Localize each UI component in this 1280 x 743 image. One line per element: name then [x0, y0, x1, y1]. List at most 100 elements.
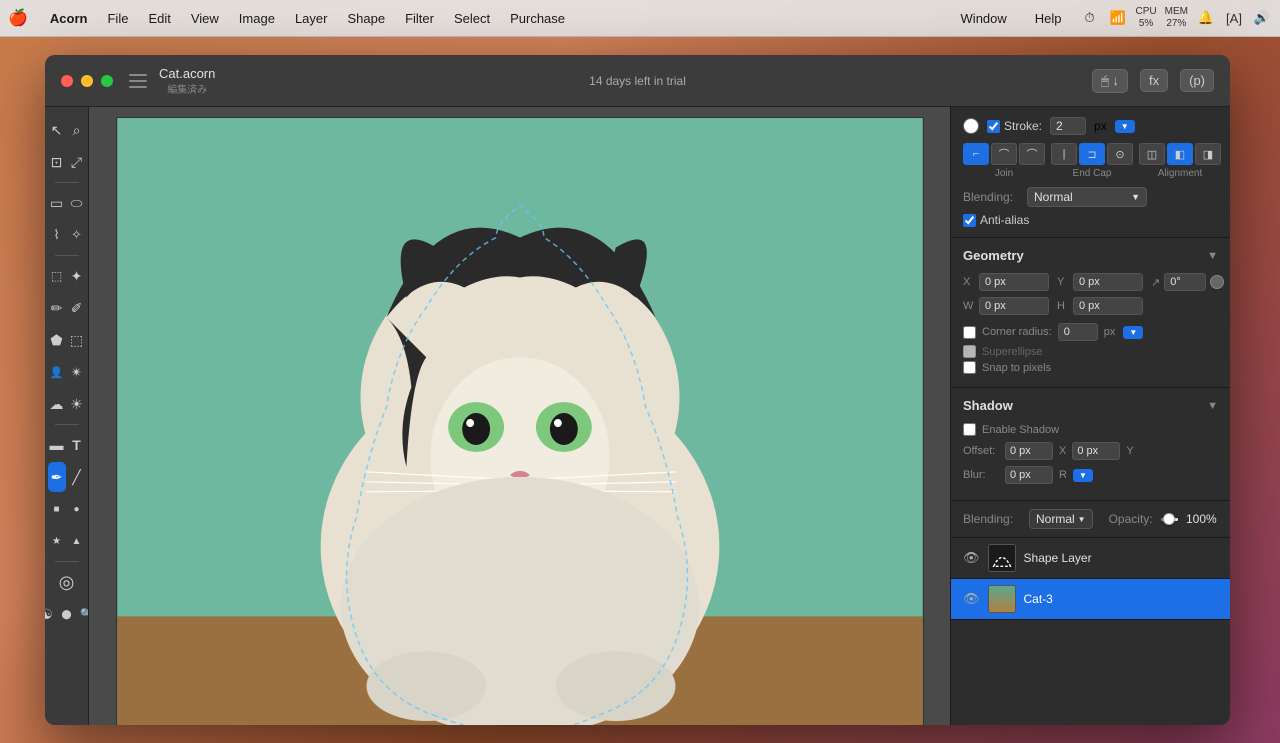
- geo-h-input[interactable]: [1073, 297, 1143, 315]
- shadow-chevron[interactable]: ▼: [1207, 400, 1218, 412]
- shadow-offset-x-input[interactable]: [1005, 442, 1053, 460]
- wand-tool[interactable]: ✦: [68, 261, 86, 291]
- eyedrop-tool[interactable]: ⬚: [48, 261, 66, 291]
- layer-eye-shape[interactable]: 👁: [963, 550, 980, 566]
- join-btn-3[interactable]: ⌒: [1019, 143, 1045, 165]
- menubar-image[interactable]: Image: [229, 9, 285, 28]
- endcap-btn-3[interactable]: ⊙: [1107, 143, 1133, 165]
- align-btn-2[interactable]: ◧: [1167, 143, 1193, 165]
- enable-shadow-checkbox[interactable]: [963, 423, 976, 436]
- arrow-tool[interactable]: [48, 115, 66, 145]
- line-tool[interactable]: ╱: [68, 462, 86, 492]
- stroke-checkbox[interactable]: [987, 120, 1000, 133]
- shadow-blur-dropdown[interactable]: [1073, 469, 1093, 482]
- snap-checkbox[interactable]: [963, 361, 976, 374]
- stroke-checkbox-label[interactable]: Stroke:: [987, 119, 1042, 133]
- menubar-file[interactable]: File: [97, 9, 138, 28]
- menubar-layer[interactable]: Layer: [285, 9, 338, 28]
- search-tool[interactable]: 🔍: [78, 599, 90, 629]
- zoom-tool[interactable]: [68, 115, 86, 145]
- close-button[interactable]: [61, 75, 73, 87]
- layer-eye-cat[interactable]: 👁: [963, 591, 980, 607]
- shadow-offset-y-input[interactable]: [1072, 442, 1120, 460]
- brush-tool[interactable]: ✏: [48, 293, 66, 323]
- cpu-value: 5%: [1136, 18, 1157, 30]
- menubar-acorn[interactable]: Acorn: [40, 9, 98, 28]
- p-btn[interactable]: (p): [1180, 69, 1214, 92]
- menubar-purchase[interactable]: Purchase: [500, 9, 575, 28]
- geo-w-input[interactable]: [979, 297, 1049, 315]
- polygon-tool[interactable]: ▲: [68, 526, 86, 556]
- cloud-tool[interactable]: ☁: [48, 389, 66, 419]
- geometry-chevron[interactable]: ▼: [1207, 250, 1218, 262]
- sidebar-toggle[interactable]: [129, 74, 147, 88]
- menubar-help[interactable]: Help: [1025, 9, 1072, 28]
- record-tool[interactable]: ◎: [52, 567, 82, 597]
- opacity-thumb[interactable]: [1163, 513, 1175, 525]
- anti-alias-checkbox[interactable]: [963, 214, 976, 227]
- star-tool[interactable]: ★: [48, 526, 66, 556]
- transform-tool[interactable]: [68, 147, 86, 177]
- align-btn-3[interactable]: ◨: [1195, 143, 1221, 165]
- menubar-window[interactable]: Window: [951, 9, 1017, 28]
- anti-alias-label[interactable]: Anti-alias: [963, 213, 1218, 227]
- stroke-unit-dropdown[interactable]: [1115, 120, 1135, 133]
- eraser-tool[interactable]: ⬚: [68, 325, 86, 355]
- square-icon: ■: [53, 504, 59, 515]
- shadow-blur-input[interactable]: [1005, 466, 1053, 484]
- person-tool[interactable]: 👤: [48, 357, 66, 387]
- mag-lasso-tool[interactable]: ✧: [68, 220, 86, 250]
- yinyang-tool[interactable]: ☯: [45, 599, 56, 629]
- opacity-blending-dropdown[interactable]: Normal ▼: [1029, 509, 1093, 529]
- pen-tool[interactable]: ✒: [48, 462, 66, 492]
- cursor-tool-btn[interactable]: 🖱 ↓: [1092, 69, 1128, 93]
- endcap-btn-2[interactable]: ⊐: [1079, 143, 1105, 165]
- menubar-view[interactable]: View: [181, 9, 229, 28]
- stroke-color-swatch[interactable]: [963, 118, 979, 134]
- circle-tool[interactable]: ●: [68, 494, 86, 524]
- dot-tool[interactable]: ⬤: [58, 599, 76, 629]
- minimize-button[interactable]: [81, 75, 93, 87]
- align-btn-1[interactable]: ◫: [1139, 143, 1165, 165]
- stroke-value-input[interactable]: [1050, 117, 1086, 135]
- light-tool[interactable]: ☀: [68, 389, 86, 419]
- apple-menu[interactable]: 🍎: [8, 8, 28, 28]
- menubar-edit[interactable]: Edit: [138, 9, 180, 28]
- rect-sel-tool[interactable]: [48, 188, 66, 218]
- join-btn-2[interactable]: ⌒: [991, 143, 1017, 165]
- maximize-button[interactable]: [101, 75, 113, 87]
- geo-x-input[interactable]: [979, 273, 1049, 291]
- layer-item-shape[interactable]: 👁 Shape Layer: [951, 538, 1230, 579]
- layer-item-cat[interactable]: 👁 Cat-3: [951, 579, 1230, 620]
- geo-y-input[interactable]: [1073, 273, 1143, 291]
- fill-tool[interactable]: ⬟: [48, 325, 66, 355]
- lasso-tool[interactable]: ⌇: [48, 220, 66, 250]
- corner-radius-checkbox[interactable]: [963, 326, 976, 339]
- endcap-btn-1[interactable]: |: [1051, 143, 1077, 165]
- corner-radius-input[interactable]: [1058, 323, 1098, 341]
- sound-icon: 🔊: [1252, 8, 1272, 28]
- angle-dot[interactable]: [1210, 275, 1224, 289]
- fx-btn[interactable]: fx: [1140, 69, 1168, 92]
- square-tool[interactable]: ■: [48, 494, 66, 524]
- crop-tool[interactable]: [48, 147, 66, 177]
- canvas-image[interactable]: [116, 117, 924, 725]
- opacity-slider[interactable]: [1161, 518, 1178, 521]
- brush-icon: ✏: [51, 300, 63, 317]
- text-tool[interactable]: T: [68, 430, 86, 460]
- ellipse-sel-tool[interactable]: [68, 188, 86, 218]
- alignment-btns: ◫ ◧ ◨: [1139, 143, 1221, 165]
- effects-tool[interactable]: ✴: [68, 357, 86, 387]
- geo-angle-input[interactable]: [1164, 273, 1206, 291]
- pencil-tool[interactable]: ✐: [68, 293, 86, 323]
- menubar-select[interactable]: Select: [444, 9, 500, 28]
- corner-radius-unit-dropdown[interactable]: [1123, 326, 1143, 339]
- snap-label: Snap to pixels: [982, 362, 1051, 374]
- menubar-filter[interactable]: Filter: [395, 9, 444, 28]
- blending-dropdown[interactable]: Normal ▼: [1027, 187, 1147, 207]
- menubar-shape[interactable]: Shape: [337, 9, 395, 28]
- subtitle: 編集済み: [167, 81, 207, 96]
- join-btn-1[interactable]: ⌐: [963, 143, 989, 165]
- record-icon: ◎: [59, 572, 75, 593]
- rect2-tool[interactable]: ▬: [48, 430, 66, 460]
